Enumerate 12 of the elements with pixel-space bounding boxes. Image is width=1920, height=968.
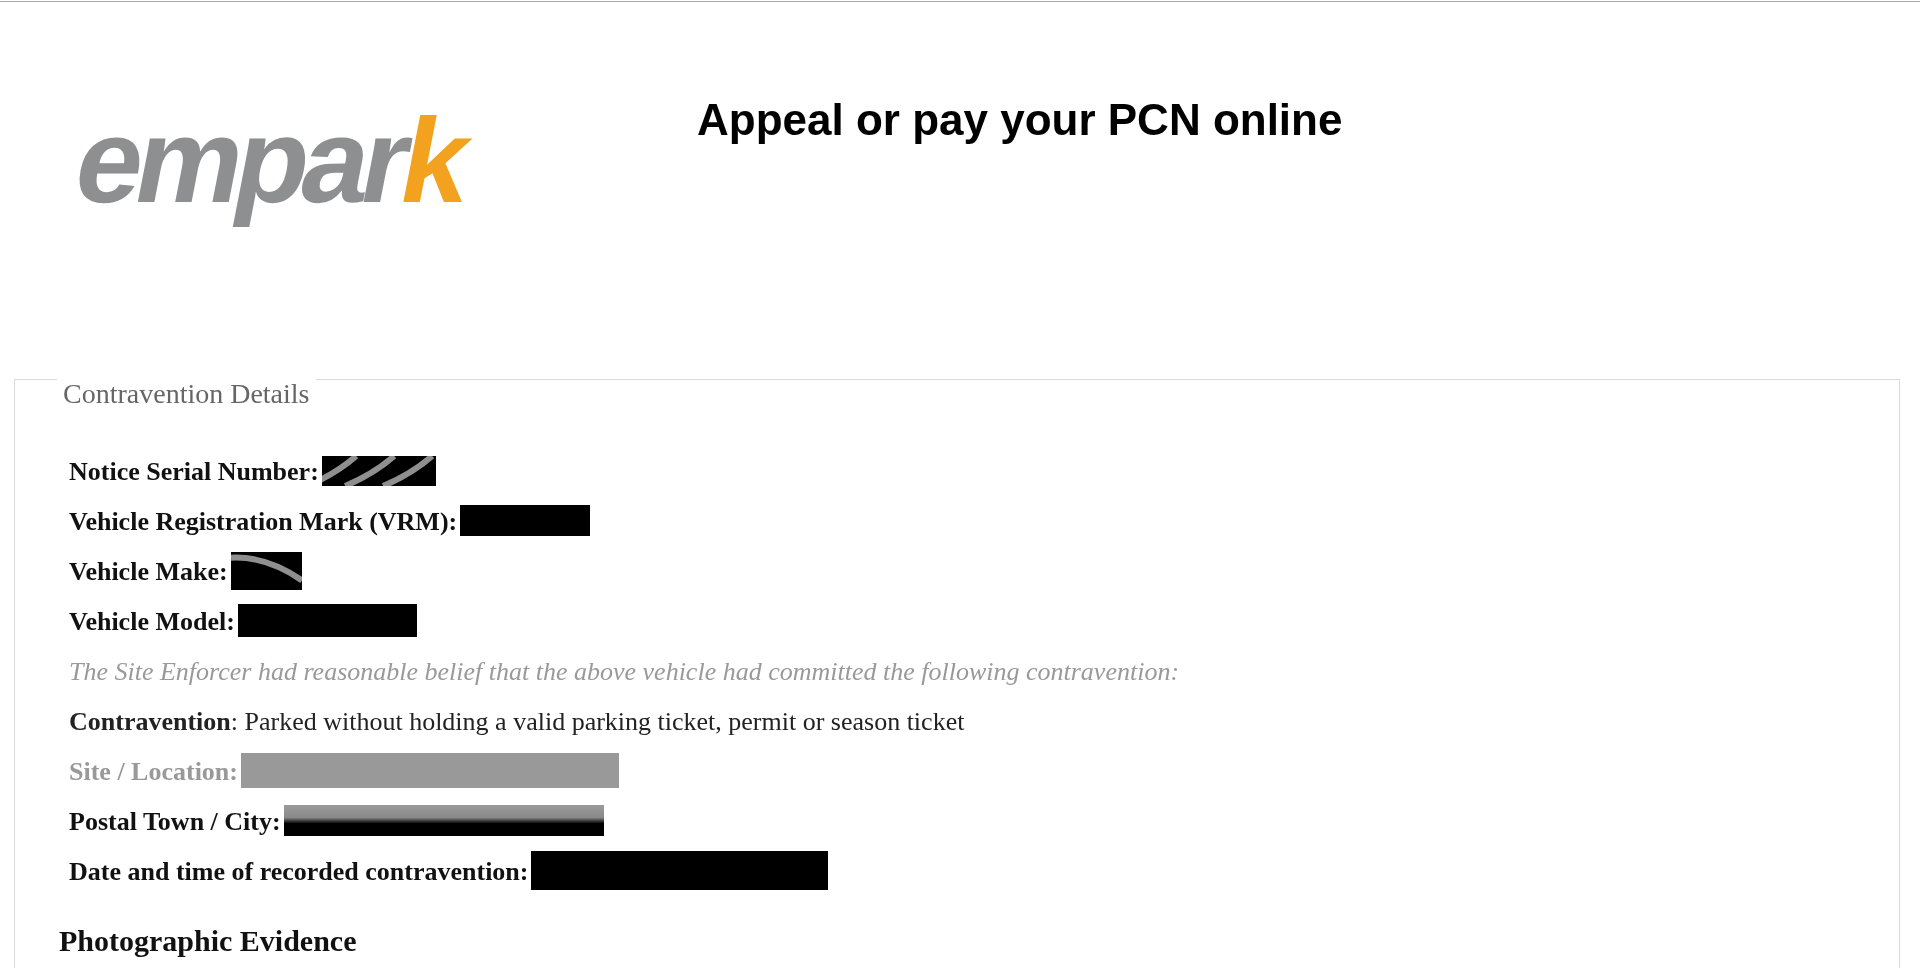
field-label: Vehicle Registration Mark (VRM): <box>69 506 458 538</box>
page-title: Appeal or pay your PCN online <box>697 95 1343 146</box>
contravention-text: Contravention: Parked without holding a valid parking ticket, permit or season ticket <box>69 706 965 738</box>
field-label: Postal Town / City: <box>69 806 281 838</box>
note-text: The Site Enforcer had reasonable belief that the above vehicle had committed the following contravention: <box>69 656 1180 688</box>
field-label: Vehicle Model: <box>69 606 235 638</box>
field-label: Notice Serial Number: <box>69 456 319 488</box>
field-label: Vehicle Make: <box>69 556 228 588</box>
field-label: Site / Location: <box>69 756 238 788</box>
field-label: Date and time of recorded contravention: <box>69 856 529 888</box>
section-heading: Photographic Evidence <box>59 923 357 959</box>
empark-logo: empark <box>64 92 484 229</box>
